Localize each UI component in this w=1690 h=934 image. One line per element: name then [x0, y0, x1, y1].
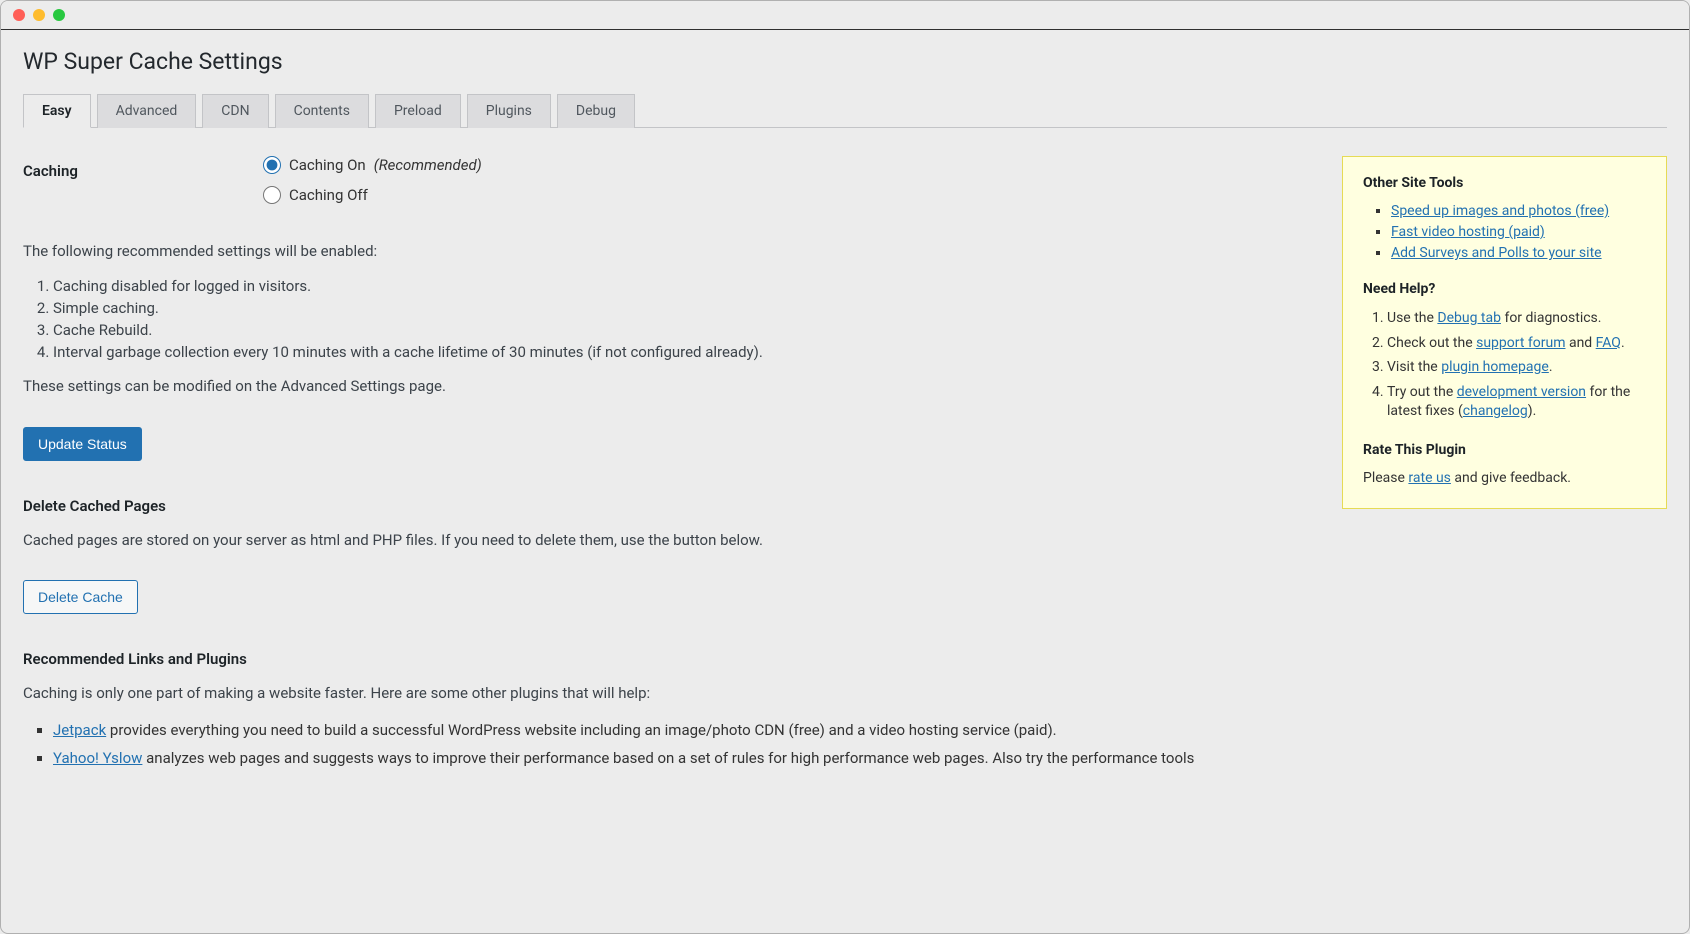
window-titlebar — [1, 1, 1689, 30]
rate-plugin-heading: Rate This Plugin — [1363, 442, 1646, 458]
main-column: Caching Caching On (Recommended) Caching… — [23, 156, 1312, 774]
radio-off-label: Caching Off — [289, 186, 368, 204]
minimize-icon[interactable] — [33, 9, 45, 21]
rec-links-heading: Recommended Links and Plugins — [23, 650, 1312, 668]
faq-link[interactable]: FAQ — [1596, 335, 1621, 351]
tab-debug[interactable]: Debug — [557, 94, 635, 128]
rec-item-4: Interval garbage collection every 10 min… — [53, 343, 1312, 361]
browser-window: WP Super Cache Settings Easy Advanced CD… — [0, 0, 1690, 934]
close-icon[interactable] — [13, 9, 25, 21]
tab-cdn[interactable]: CDN — [202, 94, 268, 128]
radio-on-label: Caching On — [289, 156, 366, 174]
support-forum-link[interactable]: support forum — [1476, 335, 1565, 351]
yslow-link[interactable]: Yahoo! Yslow — [53, 749, 142, 767]
tab-easy[interactable]: Easy — [23, 94, 91, 128]
radio-caching-on[interactable]: Caching On (Recommended) — [263, 156, 482, 174]
update-status-button[interactable]: Update Status — [23, 427, 142, 461]
tab-plugins[interactable]: Plugins — [467, 94, 551, 128]
plugin-homepage-link[interactable]: plugin homepage — [1441, 359, 1549, 375]
tab-advanced[interactable]: Advanced — [97, 94, 197, 128]
jetpack-text: provides everything you need to build a … — [106, 721, 1056, 739]
debug-tab-link[interactable]: Debug tab — [1437, 310, 1501, 326]
intro-text: The following recommended settings will … — [23, 240, 1312, 263]
jetpack-link[interactable]: Jetpack — [53, 721, 106, 739]
tab-preload[interactable]: Preload — [375, 94, 461, 128]
radio-caching-on-input[interactable] — [263, 156, 281, 174]
rec-links-list: Jetpack provides everything you need to … — [53, 719, 1312, 769]
sidebar-panel: Other Site Tools Speed up images and pho… — [1342, 156, 1667, 509]
rec-links-intro: Caching is only one part of making a web… — [23, 682, 1312, 705]
rec-item-2: Simple caching. — [53, 299, 1312, 317]
jetpack-item: Jetpack provides everything you need to … — [53, 719, 1312, 742]
radio-on-suffix: (Recommended) — [374, 156, 482, 174]
yslow-item: Yahoo! Yslow analyzes web pages and sugg… — [53, 747, 1312, 770]
yslow-text: analyzes web pages and suggests ways to … — [142, 749, 1194, 767]
tab-contents[interactable]: Contents — [275, 94, 369, 128]
help-list: Use the Debug tab for diagnostics. Check… — [1387, 309, 1646, 422]
page-content: WP Super Cache Settings Easy Advanced CD… — [1, 30, 1689, 933]
delete-text: Cached pages are stored on your server a… — [23, 529, 1312, 552]
caching-row: Caching Caching On (Recommended) Caching… — [23, 156, 1312, 204]
page-title: WP Super Cache Settings — [23, 48, 1667, 75]
tool-link-2[interactable]: Fast video hosting (paid) — [1391, 224, 1545, 240]
maximize-icon[interactable] — [53, 9, 65, 21]
rate-text: Please rate us and give feedback. — [1363, 470, 1646, 486]
dev-version-link[interactable]: development version — [1457, 384, 1586, 400]
need-help-heading: Need Help? — [1363, 281, 1646, 297]
caching-label: Caching — [23, 156, 223, 180]
tab-bar: Easy Advanced CDN Contents Preload Plugi… — [23, 93, 1667, 128]
tools-list: Speed up images and photos (free) Fast v… — [1391, 203, 1646, 261]
mod-text: These settings can be modified on the Ad… — [23, 375, 1312, 398]
tool-link-1[interactable]: Speed up images and photos (free) — [1391, 203, 1609, 219]
delete-cache-button[interactable]: Delete Cache — [23, 580, 138, 614]
rate-us-link[interactable]: rate us — [1408, 470, 1451, 486]
help-item-4: Try out the development version for the … — [1387, 383, 1646, 422]
rec-item-3: Cache Rebuild. — [53, 321, 1312, 339]
radio-caching-off-input[interactable] — [263, 186, 281, 204]
delete-heading: Delete Cached Pages — [23, 497, 1312, 515]
help-item-3: Visit the plugin homepage. — [1387, 358, 1646, 378]
recommended-list: Caching disabled for logged in visitors.… — [53, 277, 1312, 361]
other-site-tools-heading: Other Site Tools — [1363, 175, 1646, 191]
radio-caching-off[interactable]: Caching Off — [263, 186, 482, 204]
help-item-2: Check out the support forum and FAQ. — [1387, 334, 1646, 354]
rec-item-1: Caching disabled for logged in visitors. — [53, 277, 1312, 295]
changelog-link[interactable]: changelog — [1463, 403, 1528, 419]
help-item-1: Use the Debug tab for diagnostics. — [1387, 309, 1646, 329]
tool-link-3[interactable]: Add Surveys and Polls to your site — [1391, 245, 1602, 261]
